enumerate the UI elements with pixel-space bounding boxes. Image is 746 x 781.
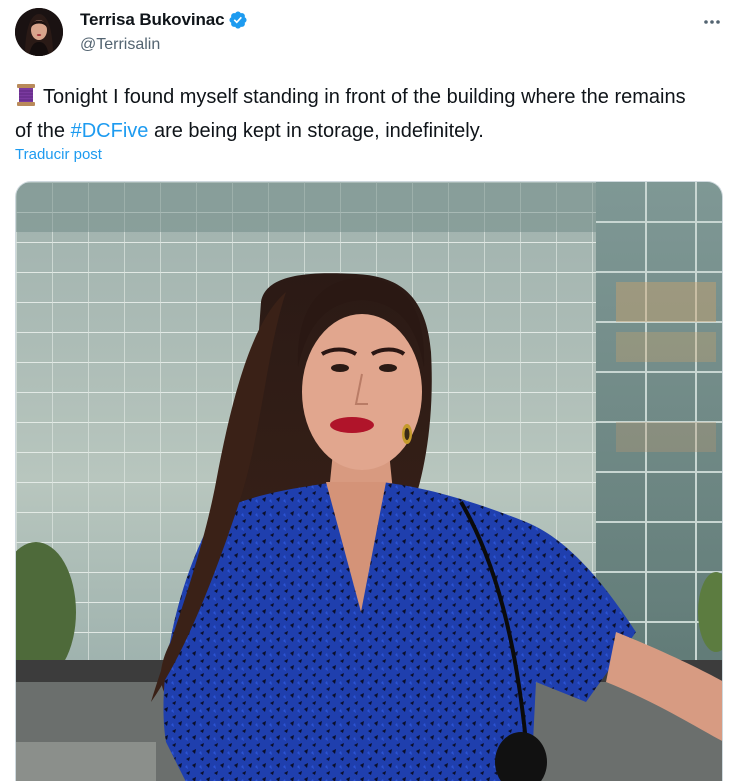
verified-badge-icon[interactable] (228, 10, 248, 30)
author-handle[interactable]: @Terrisalin (80, 36, 160, 54)
tweet-card: Terrisa Bukovinac @Terrisalin Tonight I … (0, 0, 746, 781)
thread-spool-icon (15, 83, 37, 116)
photo-image (16, 182, 722, 781)
more-options-icon (704, 20, 720, 24)
hashtag-link[interactable]: #DCFive (71, 120, 149, 142)
translate-post-link[interactable]: Traducir post (15, 146, 102, 163)
tweet-text-after: are being kept in storage, indefinitely. (148, 120, 484, 142)
author-avatar[interactable] (15, 8, 63, 56)
author-display-name[interactable]: Terrisa Bukovinac (80, 10, 225, 30)
author-name-row[interactable]: Terrisa Bukovinac (80, 10, 248, 30)
avatar-image (15, 8, 63, 56)
tweet-text: Tonight I found myself standing in front… (15, 82, 705, 146)
more-options-button[interactable] (698, 8, 726, 36)
tweet-photo[interactable] (15, 181, 723, 781)
